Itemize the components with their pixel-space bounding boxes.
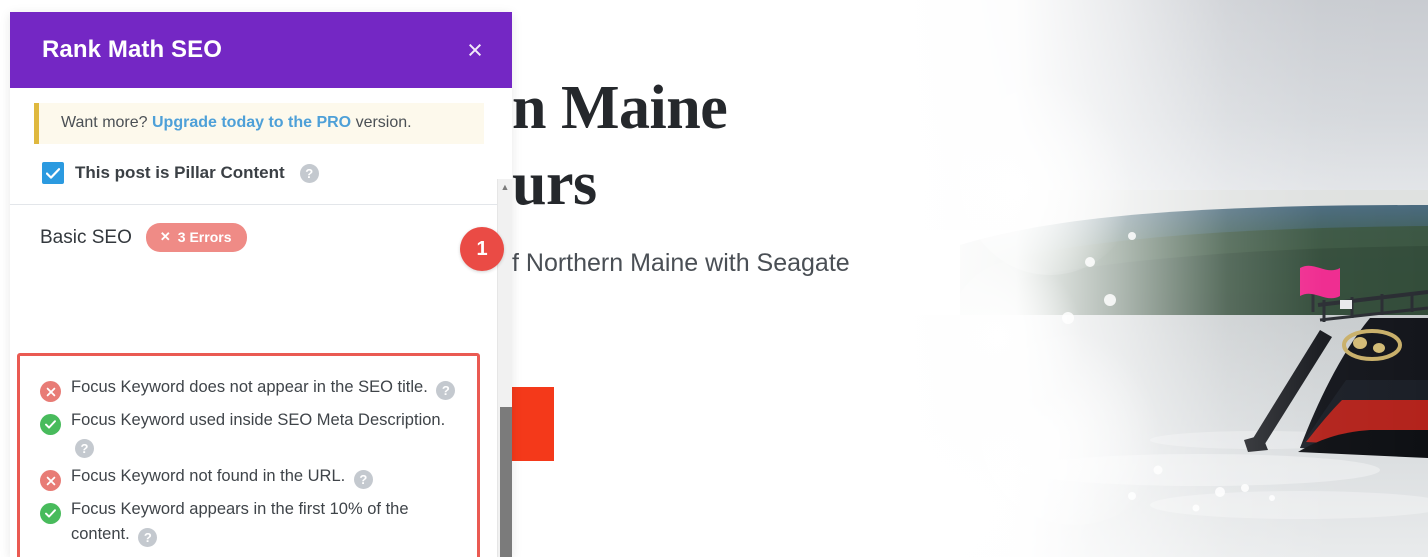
cta-button[interactable] xyxy=(512,387,554,461)
basic-seo-section-header[interactable]: Basic SEO ✕ 3 Errors ⌃ xyxy=(10,205,512,264)
help-icon[interactable]: ? xyxy=(138,528,158,547)
errors-badge-label: 3 Errors xyxy=(177,229,232,245)
list-item: Focus Keyword found in the content. ? xyxy=(40,550,459,557)
error-icon xyxy=(40,381,61,402)
scroll-up-arrow-icon[interactable]: ▲ xyxy=(498,179,512,195)
help-icon[interactable]: ? xyxy=(436,381,456,400)
list-item-text: Focus Keyword not found in the URL. ? xyxy=(71,464,373,489)
list-item: Focus Keyword not found in the URL. ? xyxy=(40,461,459,494)
list-item-text: Focus Keyword appears in the first 10% o… xyxy=(71,500,409,547)
error-icon xyxy=(40,470,61,491)
close-icon[interactable]: × xyxy=(460,35,490,65)
success-icon xyxy=(40,503,61,524)
pillar-content-label: This post is Pillar Content xyxy=(75,163,285,182)
scrollbar-thumb[interactable] xyxy=(500,407,512,557)
annotation-marker-1: 1 xyxy=(460,227,504,271)
success-icon xyxy=(40,414,61,435)
list-item-text: Focus Keyword does not appear in the SEO… xyxy=(71,375,456,400)
pillar-content-row[interactable]: This post is Pillar Content ? xyxy=(10,144,512,204)
upgrade-pro-link[interactable]: Upgrade today to the PRO xyxy=(152,114,351,131)
help-icon[interactable]: ? xyxy=(75,439,94,458)
x-icon: ✕ xyxy=(159,229,171,244)
list-item-text: Focus Keyword found in the content. ? xyxy=(71,553,366,557)
panel-body: Want more? Upgrade today to the PRO vers… xyxy=(10,103,512,557)
help-icon[interactable]: ? xyxy=(299,163,319,183)
seo-checklist: Focus Keyword does not appear in the SEO… xyxy=(17,353,480,557)
notice-prefix: Want more? xyxy=(61,114,152,131)
panel-title: Rank Math SEO xyxy=(42,36,222,63)
errors-badge[interactable]: ✕ 3 Errors xyxy=(145,223,248,252)
panel-header: Rank Math SEO × xyxy=(10,12,512,88)
basic-seo-title: Basic SEO xyxy=(40,226,132,248)
notice-suffix: version. xyxy=(351,114,412,131)
list-item-text: Focus Keyword used inside SEO Meta Descr… xyxy=(71,411,446,458)
upgrade-notice: Want more? Upgrade today to the PRO vers… xyxy=(34,103,484,144)
screenshot-root: n Maine urs f Northern Maine with Seagat… xyxy=(0,0,1428,557)
list-item: Focus Keyword does not appear in the SEO… xyxy=(40,372,459,405)
list-item: Focus Keyword used inside SEO Meta Descr… xyxy=(40,405,459,461)
list-item: Focus Keyword appears in the first 10% o… xyxy=(40,494,459,550)
rank-math-seo-panel: Rank Math SEO × Want more? Upgrade today… xyxy=(10,12,512,557)
ship-bow-photo xyxy=(900,0,1428,557)
pillar-content-checkbox[interactable] xyxy=(42,162,64,184)
help-icon[interactable]: ? xyxy=(353,470,373,489)
